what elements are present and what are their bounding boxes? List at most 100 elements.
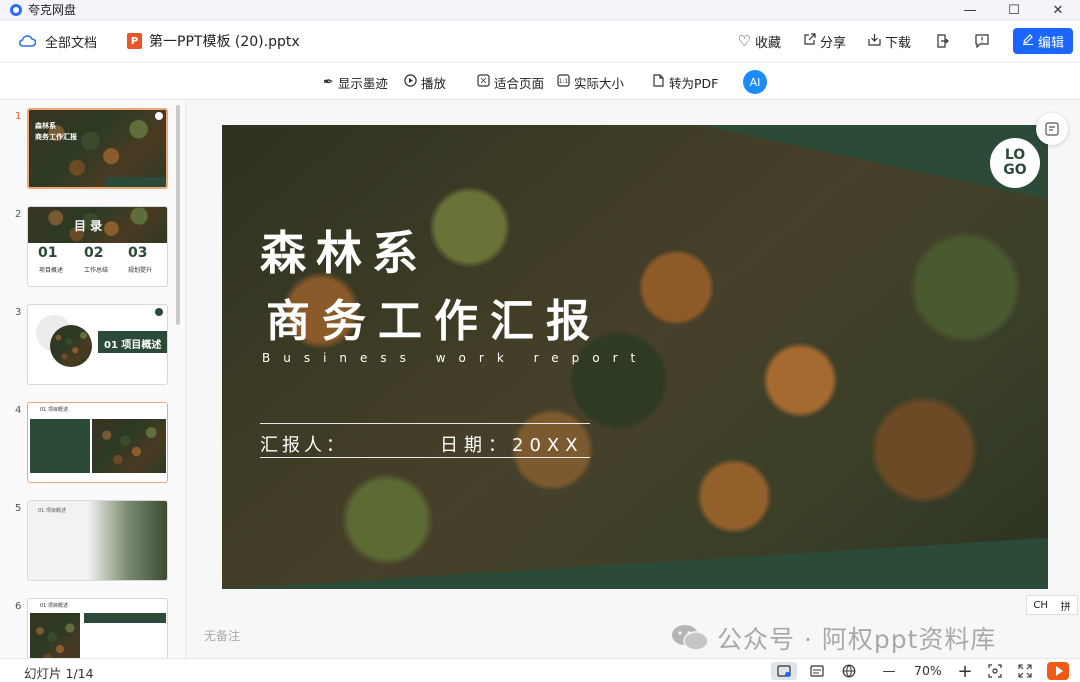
thumbnail-item[interactable]: 1 森林系 商务工作汇报 xyxy=(0,101,176,189)
side-panel-toggle-icon[interactable] xyxy=(1036,113,1068,145)
to-pdf-label: 转为PDF xyxy=(669,75,719,91)
watermark-text: 公众号 · 阿权ppt资料库 xyxy=(717,625,997,654)
thumbnail-scrollbar[interactable] xyxy=(176,105,180,325)
thumbnail-item-label: 规划提升 xyxy=(128,267,153,274)
thumbnail-item[interactable]: 4 01 项目概述 xyxy=(0,395,176,483)
thumbnail-logo-icon xyxy=(155,308,163,316)
notes-view-icon[interactable] xyxy=(808,662,826,680)
slide-count: 幻灯片 1/14 xyxy=(24,666,94,681)
thumbnail-slide-5[interactable]: 01 项目概述 xyxy=(27,500,168,581)
slide-notes[interactable]: 无备注 xyxy=(204,627,240,644)
thumbnail-item-number: 01 xyxy=(38,245,58,261)
play-button[interactable]: 播放 xyxy=(404,63,446,101)
thumbnail-slide-1[interactable]: 森林系 商务工作汇报 xyxy=(27,108,168,189)
thumbnail-slide-2[interactable]: 目 录 01 02 03 项目概述 工作总结 规划提升 xyxy=(27,206,168,287)
show-ink-button[interactable]: ✒ 显示墨迹 xyxy=(323,63,388,101)
ime-language: CH xyxy=(1033,599,1048,611)
pencil-icon xyxy=(1022,33,1034,49)
wechat-icon xyxy=(671,623,709,653)
share-button[interactable]: 分享 xyxy=(803,32,846,51)
ink-pen-icon: ✒ xyxy=(323,74,334,90)
thumbnail-slide-3[interactable]: 01 项目概述 xyxy=(27,304,168,385)
thumbnail-item-number: 03 xyxy=(128,245,148,261)
fullscreen-icon[interactable] xyxy=(1016,662,1034,680)
slideshow-play-button[interactable] xyxy=(1047,662,1069,680)
thumbnail-number: 2 xyxy=(15,209,22,220)
thumbnail-item[interactable]: 3 01 项目概述 xyxy=(0,297,176,385)
pptx-file-icon: P xyxy=(127,33,143,49)
thumbnail-number: 6 xyxy=(15,601,22,612)
thumbnail-photo xyxy=(88,501,167,580)
header-actions: ♡ 收藏 分享 下载 编辑 xyxy=(738,21,1080,61)
slide-title-line1: 森林系 xyxy=(260,226,428,280)
slide-divider-bottom xyxy=(260,457,590,458)
share-icon xyxy=(803,32,816,50)
actual-size-icon: 1:1 xyxy=(557,73,570,91)
slide-title-line2: 商务工作汇报 xyxy=(266,296,602,347)
minimize-button[interactable]: — xyxy=(948,0,992,20)
play-label: 播放 xyxy=(421,75,447,91)
download-label: 下载 xyxy=(884,35,911,51)
slide-thumbnail-panel[interactable]: 1 森林系 商务工作汇报 2 目 录 01 02 03 项目概述 工作总结 规划… xyxy=(0,101,186,658)
viewer-toolbar: ✒ 显示墨迹 播放 适合页面 1:1 实际大小 转为PDF AI xyxy=(0,62,1080,100)
thumbnail-item-label: 项目概述 xyxy=(39,267,64,274)
favorite-label: 收藏 xyxy=(754,35,781,51)
thumbnail-title: 01 项目概述 xyxy=(40,603,68,609)
pdf-icon xyxy=(652,73,665,91)
convert-to-pdf-button[interactable]: 转为PDF xyxy=(652,63,718,101)
ai-assistant-button[interactable]: AI xyxy=(743,70,767,94)
edit-button[interactable]: 编辑 xyxy=(1013,28,1073,54)
title-bar: 夸克网盘 — ☐ ✕ xyxy=(0,0,1080,20)
actual-size-button[interactable]: 1:1 实际大小 xyxy=(557,63,624,101)
thumbnail-slide-6[interactable]: 01 项目概述 xyxy=(27,598,168,658)
download-icon xyxy=(868,32,881,50)
wechat-watermark: 公众号 · 阿权ppt资料库 xyxy=(671,620,996,656)
thumbnail-item-number: 02 xyxy=(84,245,104,261)
thumbnail-title: 01 项目概述 xyxy=(38,508,66,514)
slide-logo: LO GO xyxy=(990,138,1040,188)
feedback-icon[interactable] xyxy=(973,32,991,50)
thumbnail-number: 1 xyxy=(15,111,22,122)
thumbnail-band xyxy=(84,613,166,623)
thumbnail-item[interactable]: 5 01 项目概述 xyxy=(0,493,176,581)
ime-indicator[interactable]: CH 拼 xyxy=(1026,595,1078,615)
close-button[interactable]: ✕ xyxy=(1036,0,1080,20)
fit-page-button[interactable]: 适合页面 xyxy=(477,63,544,101)
fit-page-icon xyxy=(477,73,490,91)
edit-label: 编辑 xyxy=(1037,35,1064,51)
show-ink-label: 显示墨迹 xyxy=(337,75,388,91)
slide-reporter: 汇报人： xyxy=(260,435,348,456)
thumbnail-band xyxy=(30,419,90,473)
zoom-level[interactable]: 70% xyxy=(914,663,942,678)
fit-window-icon[interactable] xyxy=(986,662,1004,680)
maximize-button[interactable]: ☐ xyxy=(992,0,1036,20)
globe-icon[interactable] xyxy=(840,662,858,680)
thumbnail-photo xyxy=(50,325,92,367)
thumbnail-slide-4[interactable]: 01 项目概述 xyxy=(27,402,168,483)
thumbnail-number: 4 xyxy=(15,405,22,416)
file-name: 第一PPT模板 (20).pptx xyxy=(149,34,300,50)
favorite-button[interactable]: ♡ 收藏 xyxy=(738,32,781,51)
thumbnail-title: 01 项目概述 xyxy=(104,340,162,351)
document-header: 全部文档 P 第一PPT模板 (20).pptx ♡ 收藏 分享 下载 编辑 xyxy=(0,21,1080,61)
zoom-out-icon[interactable]: — xyxy=(880,662,898,680)
export-icon[interactable] xyxy=(933,32,951,50)
slide-stage[interactable]: LO GO 森林系 商务工作汇报 Business work report 汇报… xyxy=(187,101,1080,658)
svg-text:1:1: 1:1 xyxy=(559,78,569,85)
ime-mode: 拼 xyxy=(1060,601,1071,613)
thumbnail-title: 01 项目概述 xyxy=(40,407,68,413)
download-button[interactable]: 下载 xyxy=(868,32,911,51)
thumbnail-item[interactable]: 6 01 项目概述 xyxy=(0,591,176,658)
slide-date: 日期：20XX xyxy=(440,435,584,456)
play-circle-icon xyxy=(404,73,417,91)
all-documents-link[interactable]: 全部文档 xyxy=(45,32,97,51)
cloud-icon[interactable] xyxy=(18,34,36,48)
thumbnail-title: 森林系 商务工作汇报 xyxy=(35,121,77,141)
current-slide[interactable]: LO GO 森林系 商务工作汇报 Business work report 汇报… xyxy=(222,125,1048,589)
zoom-in-icon[interactable]: + xyxy=(956,661,974,682)
thumbnail-item[interactable]: 2 目 录 01 02 03 项目概述 工作总结 规划提升 xyxy=(0,199,176,287)
share-label: 分享 xyxy=(819,35,846,51)
thumbnail-number: 5 xyxy=(15,503,22,514)
fit-page-label: 适合页面 xyxy=(494,75,545,91)
normal-view-icon[interactable] xyxy=(771,662,797,680)
